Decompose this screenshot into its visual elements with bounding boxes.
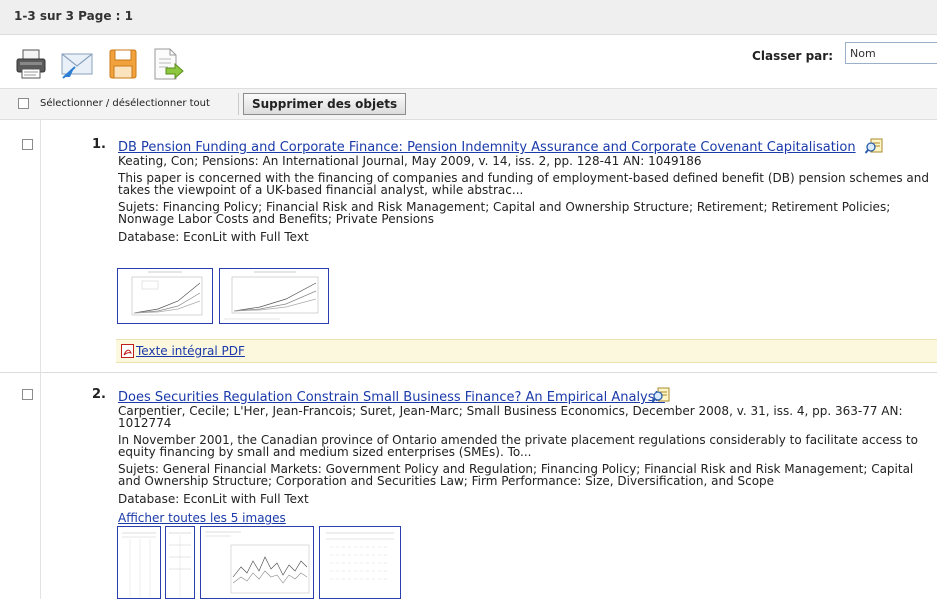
- sort-control: Classer par:: [677, 39, 937, 64]
- export-icon[interactable]: [150, 47, 184, 81]
- result-title-link[interactable]: DB Pension Funding and Corporate Finance…: [118, 140, 856, 155]
- delete-items-button[interactable]: Supprimer des objets: [243, 93, 407, 115]
- email-icon[interactable]: [60, 47, 94, 81]
- result-citation-line: Carpentier, Cecile; L'Her, Jean-Francois…: [118, 404, 903, 418]
- results-header: 1-3 sur 3 Page : 1: [0, 0, 937, 35]
- result-subjects-line: Nonwage Labor Costs and Benefits; Privat…: [118, 212, 434, 226]
- result-subjects-line: and Ownership Structure; Corporation and…: [118, 474, 775, 488]
- result-database: Database: EconLit with Full Text: [118, 230, 309, 244]
- result-citation-line: 1012774: [118, 416, 172, 430]
- result-number: 1.: [92, 137, 106, 152]
- result-abstract-line: takes the viewpoint of a UK-based financ…: [118, 183, 524, 197]
- result-abstract-line: equity financing by small and medium siz…: [118, 445, 532, 459]
- table-thumbnail[interactable]: [165, 526, 195, 599]
- table-thumbnail[interactable]: [319, 526, 401, 599]
- show-all-images-link[interactable]: Afficher toutes les 5 images: [118, 511, 286, 525]
- preview-icon[interactable]: [652, 387, 670, 403]
- select-all-checkbox[interactable]: [18, 98, 29, 109]
- result-number: 2.: [92, 387, 106, 402]
- result-checkbox[interactable]: [22, 389, 33, 400]
- result-database: Database: EconLit with Full Text: [118, 492, 309, 506]
- result-divider: [0, 372, 937, 373]
- result-count: 1-3 sur 3 Page : 1: [14, 9, 133, 23]
- pdf-icon: [121, 344, 134, 358]
- figure-thumbnail[interactable]: [200, 526, 314, 599]
- figure-thumbnail[interactable]: [117, 268, 213, 324]
- separator: [238, 93, 239, 115]
- select-bar: Sélectionner / désélectionner tout Suppr…: [0, 88, 937, 120]
- preview-icon[interactable]: [865, 138, 883, 154]
- result-citation: Keating, Con; Pensions: An International…: [118, 154, 702, 168]
- pdf-full-text-link[interactable]: Texte intégral PDF: [136, 344, 245, 358]
- result-item: 2. Does Securities Regulation Constrain …: [0, 380, 937, 599]
- figure-thumbnail[interactable]: [219, 268, 329, 324]
- save-icon[interactable]: [106, 47, 140, 81]
- print-icon[interactable]: [14, 47, 48, 81]
- result-title-link[interactable]: Does Securities Regulation Constrain Sma…: [118, 390, 665, 405]
- toolbar: Classer par:: [0, 35, 937, 85]
- result-checkbox[interactable]: [22, 139, 33, 150]
- sort-label: Classer par:: [752, 49, 833, 63]
- result-item: 1. DB Pension Funding and Corporate Fina…: [0, 130, 937, 370]
- select-all-label: Sélectionner / désélectionner tout: [40, 98, 210, 109]
- full-text-bar: Texte intégral PDF: [116, 339, 937, 363]
- table-thumbnail[interactable]: [117, 526, 161, 599]
- sort-input[interactable]: [845, 42, 937, 64]
